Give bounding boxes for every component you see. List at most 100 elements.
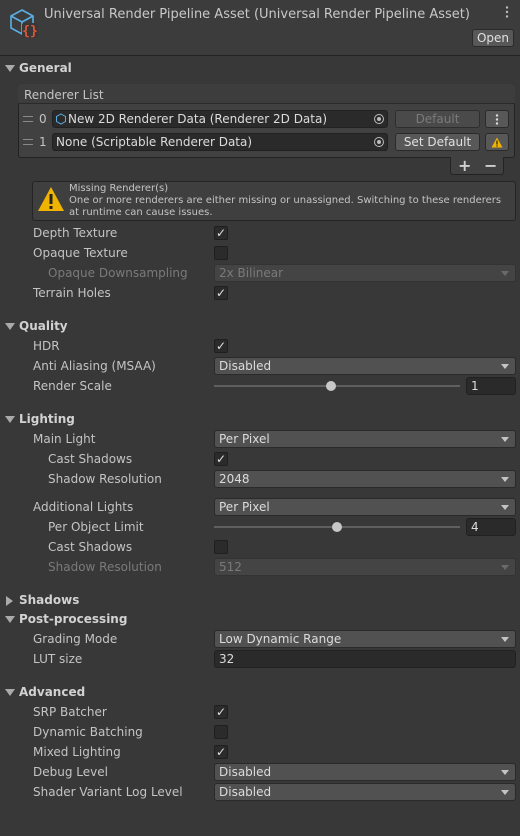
renderer-data-icon (56, 113, 66, 125)
lut-size-label: LUT size (33, 652, 83, 666)
kebab-menu-icon (495, 114, 499, 125)
opaque-downsampling-label: Opaque Downsampling (48, 266, 188, 280)
remove-renderer-button[interactable]: − (484, 156, 497, 175)
renderer-0-value: New 2D Renderer Data (Renderer 2D Data) (68, 112, 328, 126)
chevron-down-icon (501, 770, 509, 775)
shadows-foldout-icon[interactable] (6, 596, 13, 606)
chevron-down-icon (501, 790, 509, 795)
urp-asset-icon: {} (10, 9, 38, 39)
main-cast-shadows-checkbox[interactable]: ✓ (214, 452, 228, 466)
shader-variant-log-level-label: Shader Variant Log Level (33, 785, 183, 799)
terrain-holes-label: Terrain Holes (33, 286, 111, 300)
chevron-down-icon (501, 271, 509, 276)
opaque-texture-checkbox[interactable] (214, 246, 228, 260)
post-processing-foldout-icon[interactable] (5, 616, 15, 623)
warning-message: One or more renderers are either missing… (69, 195, 502, 218)
depth-texture-checkbox[interactable]: ✓ (214, 226, 228, 240)
shader-variant-log-level-value: Disabled (219, 785, 272, 799)
dynamic-batching-checkbox[interactable] (214, 725, 228, 739)
main-cast-shadows-label: Cast Shadows (48, 452, 133, 466)
opaque-downsampling-value: 2x Bilinear (219, 266, 284, 280)
hdr-label: HDR (33, 339, 60, 353)
lut-size-field[interactable]: 32 (214, 650, 516, 668)
opaque-downsampling-dropdown: 2x Bilinear (214, 264, 516, 282)
section-quality[interactable]: Quality (19, 319, 68, 333)
chevron-down-icon (501, 437, 509, 442)
render-scale-field[interactable]: 1 (466, 377, 516, 395)
renderer-index: 1 (39, 135, 47, 149)
chevron-down-icon (501, 364, 509, 369)
kebab-menu-icon[interactable] (500, 5, 514, 19)
terrain-holes-checkbox[interactable]: ✓ (214, 286, 228, 300)
renderer-index: 0 (39, 112, 47, 126)
grading-mode-label: Grading Mode (33, 632, 118, 646)
add-shadow-resolution-value: 512 (219, 560, 242, 574)
hdr-checkbox[interactable]: ✓ (214, 339, 228, 353)
renderer-1-field[interactable]: None (Scriptable Renderer Data) (52, 133, 388, 151)
chevron-down-icon (501, 477, 509, 482)
set-default-button[interactable]: Set Default (395, 133, 480, 151)
render-scale-slider[interactable] (214, 385, 460, 387)
renderer-0-field[interactable]: New 2D Renderer Data (Renderer 2D Data) (52, 110, 388, 128)
msaa-label: Anti Aliasing (MSAA) (33, 359, 156, 373)
main-shadow-resolution-label: Shadow Resolution (48, 472, 162, 486)
main-light-label: Main Light (33, 432, 96, 446)
warning-title: Missing Renderer(s) (69, 183, 169, 194)
lighting-foldout-icon[interactable] (5, 416, 15, 423)
drag-handle-icon[interactable] (23, 116, 33, 122)
additional-lights-label: Additional Lights (33, 500, 134, 514)
renderer-1-value: None (Scriptable Renderer Data) (56, 135, 253, 149)
renderer-list-label: Renderer List (24, 88, 104, 102)
add-cast-shadows-checkbox[interactable] (214, 540, 228, 554)
shader-variant-log-level-dropdown[interactable]: Disabled (214, 783, 516, 801)
inspector-header: {} Universal Render Pipeline Asset (Univ… (0, 0, 520, 56)
srp-batcher-checkbox[interactable]: ✓ (214, 705, 228, 719)
render-scale-thumb[interactable] (326, 381, 336, 391)
grading-mode-dropdown[interactable]: Low Dynamic Range (214, 630, 516, 648)
section-shadows[interactable]: Shadows (19, 593, 79, 607)
dynamic-batching-label: Dynamic Batching (33, 725, 143, 739)
advanced-foldout-icon[interactable] (5, 689, 15, 696)
additional-lights-value: Per Pixel (219, 500, 270, 514)
section-post-processing[interactable]: Post-processing (19, 612, 127, 626)
object-picker-icon[interactable] (374, 114, 384, 124)
section-lighting[interactable]: Lighting (19, 412, 75, 426)
add-shadow-resolution-dropdown: 512 (214, 558, 516, 576)
svg-text:{}: {} (22, 24, 38, 39)
per-object-limit-field[interactable]: 4 (466, 518, 516, 536)
main-light-dropdown[interactable]: Per Pixel (214, 430, 516, 448)
warning-icon (491, 137, 503, 148)
section-general[interactable]: General (19, 61, 72, 75)
chevron-down-icon (501, 505, 509, 510)
main-shadow-resolution-value: 2048 (219, 472, 250, 486)
chevron-down-icon (501, 565, 509, 570)
chevron-down-icon (501, 637, 509, 642)
mixed-lighting-checkbox[interactable]: ✓ (214, 745, 228, 759)
per-object-limit-label: Per Object Limit (48, 520, 144, 534)
add-renderer-button[interactable]: + (458, 156, 471, 175)
drag-handle-icon[interactable] (23, 139, 33, 145)
add-cast-shadows-label: Cast Shadows (48, 540, 133, 554)
per-object-limit-thumb[interactable] (332, 522, 342, 532)
general-foldout-icon[interactable] (5, 65, 15, 72)
msaa-value: Disabled (219, 359, 272, 373)
opaque-texture-label: Opaque Texture (33, 246, 128, 260)
main-shadow-resolution-dropdown[interactable]: 2048 (214, 470, 516, 488)
debug-level-dropdown[interactable]: Disabled (214, 763, 516, 781)
section-advanced[interactable]: Advanced (19, 685, 85, 699)
renderer-1-warning-button[interactable] (485, 133, 509, 151)
warning-icon (38, 187, 64, 211)
grading-mode-value: Low Dynamic Range (219, 632, 342, 646)
render-scale-label: Render Scale (33, 379, 112, 393)
srp-batcher-label: SRP Batcher (33, 705, 107, 719)
debug-level-label: Debug Level (33, 765, 108, 779)
renderer-0-menu-button[interactable] (485, 110, 509, 128)
object-picker-icon[interactable] (374, 137, 384, 147)
quality-foldout-icon[interactable] (5, 323, 15, 330)
add-shadow-resolution-label: Shadow Resolution (48, 560, 162, 574)
msaa-dropdown[interactable]: Disabled (214, 357, 516, 375)
warning-text: Missing Renderer(s) One or more renderer… (69, 183, 511, 219)
open-button[interactable]: Open (472, 29, 514, 47)
default-button: Default (395, 110, 480, 128)
additional-lights-dropdown[interactable]: Per Pixel (214, 498, 516, 516)
